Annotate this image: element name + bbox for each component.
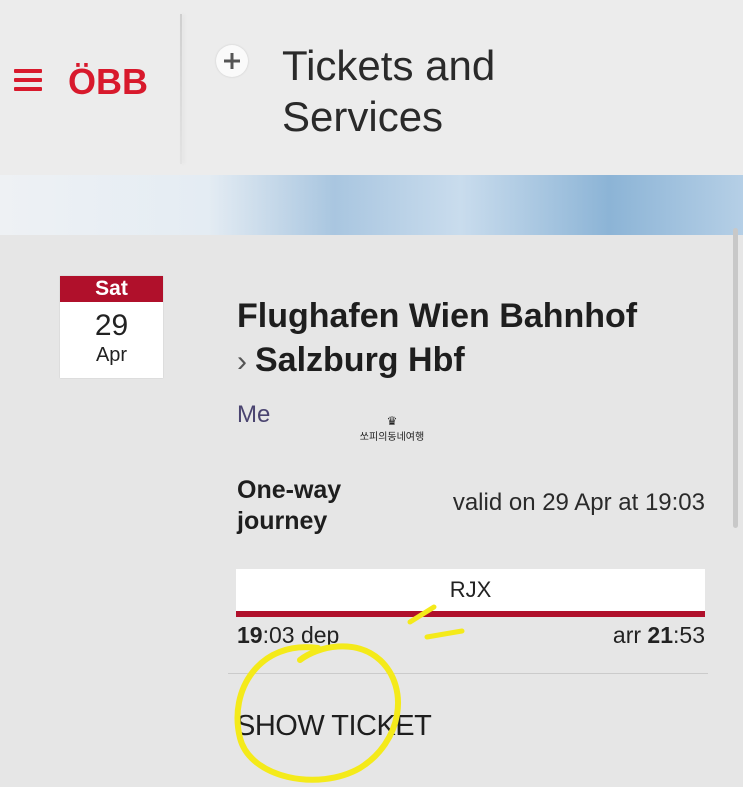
yellow-annotation-circle: [234, 604, 465, 783]
